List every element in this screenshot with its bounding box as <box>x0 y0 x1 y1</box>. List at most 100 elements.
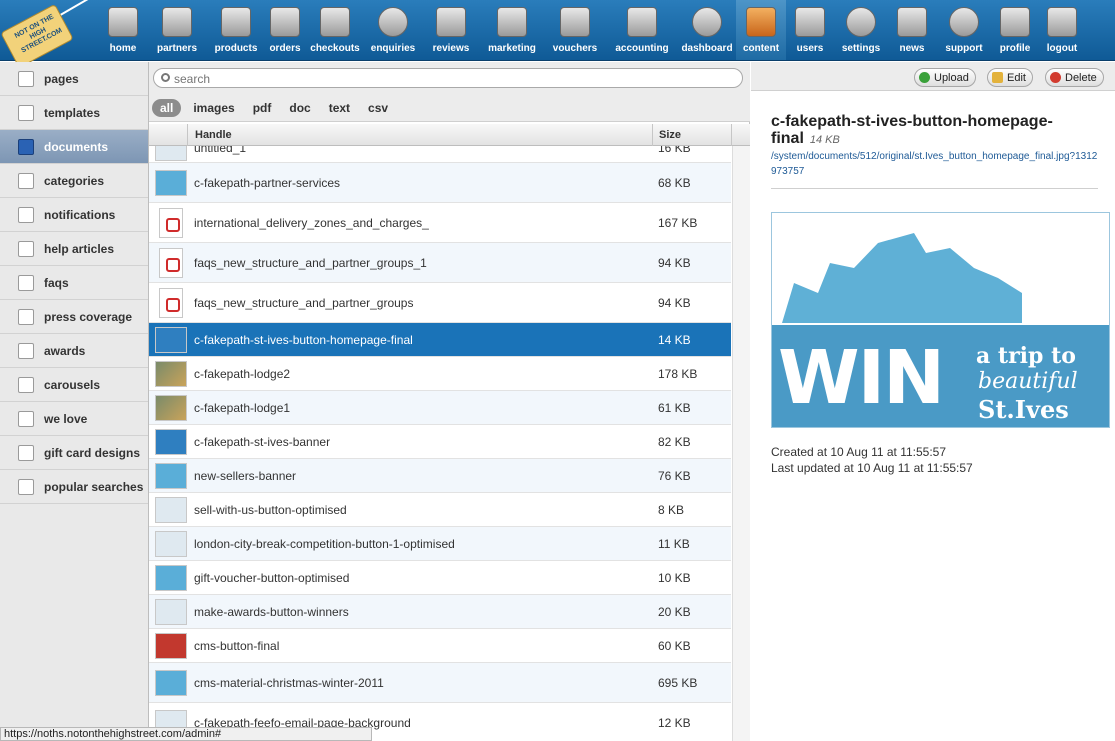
row-size: 167 KB <box>658 215 698 230</box>
nav-item-orders[interactable]: orders <box>264 0 306 60</box>
star-icon <box>436 7 466 37</box>
sidebar-item-carousels[interactable]: carousels <box>0 368 148 402</box>
nav-item-checkouts[interactable]: checkouts <box>306 0 364 60</box>
filter-csv[interactable]: csv <box>368 101 388 115</box>
table-row[interactable]: c-fakepath-lodge1 61 KB <box>149 391 731 425</box>
nav-item-settings[interactable]: settings <box>834 0 888 60</box>
cart-icon <box>320 7 350 37</box>
sidebar-item-documents[interactable]: documents <box>0 130 148 164</box>
cabinet-icon <box>746 7 776 37</box>
search-input[interactable] <box>174 71 734 86</box>
nav-item-support[interactable]: support <box>936 0 992 60</box>
table-row[interactable]: faqs_new_structure_and_partner_groups 94 … <box>149 283 731 323</box>
sidebar-item-label: templates <box>44 105 101 120</box>
lock-icon <box>1047 7 1077 37</box>
calculator-icon <box>627 7 657 37</box>
sidebar-item-notifications[interactable]: notifications <box>0 198 148 232</box>
sidebar-item-press-coverage[interactable]: press coverage <box>0 300 148 334</box>
table-row[interactable]: international_delivery_zones_and_charges… <box>149 203 731 243</box>
table-row[interactable]: make-awards-button-winners 20 KB <box>149 595 731 629</box>
nav-item-profile[interactable]: profile <box>992 0 1038 60</box>
sidebar-item-pages[interactable]: pages <box>0 62 148 96</box>
filter-all[interactable]: all <box>152 98 182 117</box>
row-size: 11 KB <box>658 536 690 551</box>
nav-label: vouchers <box>552 43 598 54</box>
table-row[interactable]: c-fakepath-partner-services 68 KB <box>149 163 731 203</box>
documents-table: untitled_1 16 KB c-fakepath-partner-servic… <box>149 146 731 741</box>
upload-button[interactable]: Upload <box>914 68 976 87</box>
nav-item-products[interactable]: products <box>208 0 264 60</box>
gear-icon <box>846 7 876 37</box>
document-metadata: Created at 10 Aug 11 at 11:55:57 Last up… <box>771 444 973 476</box>
sidebar-item-popular-searches[interactable]: popular searches <box>0 470 148 504</box>
delete-button[interactable]: Delete <box>1045 68 1104 87</box>
nav-item-home[interactable]: home <box>100 0 146 60</box>
preview-win-text: WIN <box>778 335 945 421</box>
document-size: 14 KB <box>809 134 840 146</box>
nav-item-enquiries[interactable]: enquiries <box>364 0 422 60</box>
sidebar-item-we-love[interactable]: we love <box>0 402 148 436</box>
column-header-handle[interactable]: Handle <box>195 129 232 141</box>
filter-doc[interactable]: doc <box>289 101 310 115</box>
nav-label: dashboard <box>681 43 733 54</box>
delete-button-label: Delete <box>1065 71 1097 84</box>
megaphone-icon <box>897 7 927 37</box>
row-size: 12 KB <box>658 715 691 730</box>
top-navigation: NOT ON THE HIGH STREET.COM home partners p… <box>0 0 1115 69</box>
document-path-link[interactable]: /system/documents/512/original/st.Ives_b… <box>771 149 1101 179</box>
nav-item-partners[interactable]: partners <box>146 0 208 60</box>
detail-toolbar: Upload Edit Delete <box>751 62 1115 91</box>
sidebar-item-categories[interactable]: categories <box>0 164 148 198</box>
nav-item-vouchers[interactable]: vouchers <box>544 0 606 60</box>
table-row[interactable]: c-fakepath-lodge2 178 KB <box>149 357 731 391</box>
nav-item-logout[interactable]: logout <box>1038 0 1086 60</box>
nav-item-content[interactable]: content <box>736 0 786 60</box>
thumbnail-image <box>155 530 187 557</box>
sidebar-item-faqs[interactable]: faqs <box>0 266 148 300</box>
filter-text[interactable]: text <box>329 101 350 115</box>
table-row[interactable]: cms-material-christmas-winter-2011 695 KB <box>149 663 731 703</box>
sidebar-item-awards[interactable]: awards <box>0 334 148 368</box>
sidebar-item-gift-card-designs[interactable]: gift card designs <box>0 436 148 470</box>
nav-label: reviews <box>432 43 470 54</box>
nav-item-marketing[interactable]: marketing <box>480 0 544 60</box>
sidebar-item-templates[interactable]: templates <box>0 96 148 130</box>
nav-item-reviews[interactable]: reviews <box>422 0 480 60</box>
sidebar-item-help-articles[interactable]: help articles <box>0 232 148 266</box>
site-logo[interactable]: NOT ON THE HIGH STREET.COM <box>0 0 103 69</box>
nav-item-news[interactable]: news <box>888 0 936 60</box>
table-row[interactable]: c-fakepath-st-ives-button-homepage-final… <box>149 323 731 357</box>
table-row[interactable]: sell-with-us-button-optimised 8 KB <box>149 493 731 527</box>
nav-item-accounting[interactable]: accounting <box>606 0 678 60</box>
person-icon <box>162 7 192 37</box>
box-icon <box>221 7 251 37</box>
row-handle: c-fakepath-lodge2 <box>194 366 291 381</box>
envelope-icon <box>18 206 34 223</box>
document-detail-panel: Upload Edit Delete c-fakepath-st-ives-bu… <box>751 62 1115 741</box>
search-box[interactable] <box>153 68 743 88</box>
nav-item-users[interactable]: users <box>786 0 834 60</box>
nav-label: content <box>742 43 780 54</box>
thumbnail-image <box>155 169 187 196</box>
upload-button-label: Upload <box>934 71 969 84</box>
column-header-size[interactable]: Size <box>659 129 681 141</box>
table-row[interactable]: london-city-break-competition-button-1-o… <box>149 527 731 561</box>
table-row[interactable]: cms-button-final 60 KB <box>149 629 731 663</box>
file-type-filters: all images pdf doc text csv <box>149 94 750 122</box>
users-icon <box>795 7 825 37</box>
rainbow-icon <box>18 444 34 461</box>
edit-button[interactable]: Edit <box>987 68 1033 87</box>
row-size: 60 KB <box>658 638 691 653</box>
table-row[interactable]: untitled_1 16 KB <box>149 146 731 163</box>
table-row[interactable]: faqs_new_structure_and_partner_groups_1 9… <box>149 243 731 283</box>
table-row[interactable]: c-fakepath-st-ives-banner 82 KB <box>149 425 731 459</box>
filter-pdf[interactable]: pdf <box>253 101 272 115</box>
table-row[interactable]: gift-voucher-button-optimised 10 KB <box>149 561 731 595</box>
filter-images[interactable]: images <box>193 101 234 115</box>
thumbnail-image <box>155 146 187 161</box>
table-scrollbar[interactable] <box>732 146 750 741</box>
table-row[interactable]: new-sellers-banner 76 KB <box>149 459 731 493</box>
nav-item-dashboard[interactable]: dashboard <box>678 0 736 60</box>
search-list-icon <box>18 478 34 495</box>
heart-icon <box>18 410 34 427</box>
